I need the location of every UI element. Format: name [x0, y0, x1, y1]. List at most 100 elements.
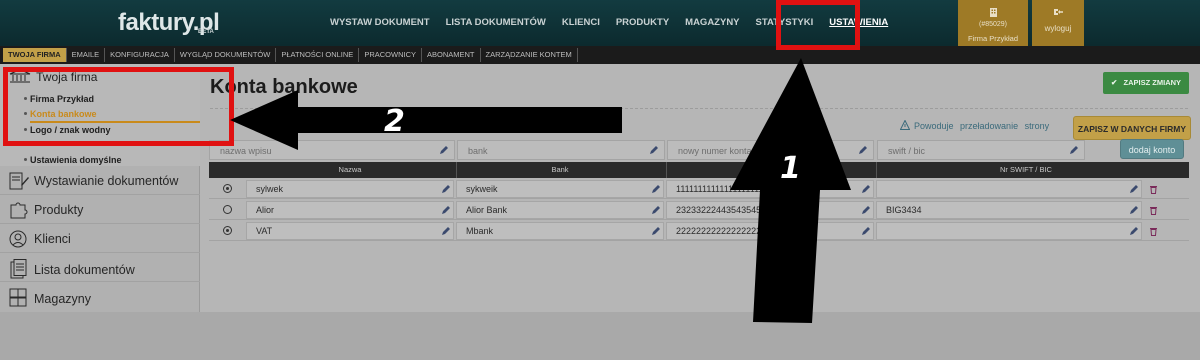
- highlight-box-konta-bankowe: [3, 67, 234, 146]
- divider: [0, 194, 200, 195]
- nav-klienci[interactable]: KLIENCI: [554, 0, 608, 46]
- logout-icon: [1032, 8, 1084, 18]
- nav-wystaw-dokument[interactable]: WYSTAW DOKUMENT: [322, 0, 438, 46]
- swift-input[interactable]: [878, 142, 1062, 160]
- page-bottom-area: [0, 312, 1200, 360]
- sidebar-item-label: Ustawienia domyślne: [30, 155, 122, 165]
- pencil-icon[interactable]: [651, 226, 661, 236]
- check-icon: ✔: [1110, 78, 1118, 87]
- pencil-icon[interactable]: [441, 226, 451, 236]
- edit-document-icon: [8, 172, 32, 193]
- column-header-bank: Bank: [551, 165, 569, 174]
- column-header-swift: Nr SWIFT / BIC: [1000, 165, 1052, 174]
- subnav-twoja-firma[interactable]: TWOJA FIRMA: [3, 48, 67, 62]
- account-name-input[interactable]: [210, 142, 432, 160]
- pencil-icon[interactable]: [861, 205, 871, 215]
- sidebar-menu-label: Klienci: [34, 232, 71, 246]
- pencil-icon[interactable]: [861, 184, 871, 194]
- subnav-pracownicy[interactable]: PRACOWNICY: [359, 48, 422, 62]
- name-input-wrap: [209, 140, 455, 160]
- sidebar-menu-magazyny[interactable]: Magazyny: [8, 288, 91, 311]
- sidebar-menu-lista-dokumentow[interactable]: Lista dokumentów: [8, 259, 135, 282]
- subnav-konfiguracja[interactable]: KONFIGURACJA: [105, 48, 175, 62]
- pencil-icon[interactable]: [441, 205, 451, 215]
- number-input-wrap: [667, 140, 874, 160]
- pencil-icon[interactable]: [861, 226, 871, 236]
- pencil-icon[interactable]: [439, 145, 449, 155]
- subnav-emaile[interactable]: EMAILE: [67, 48, 106, 62]
- building-icon: [958, 8, 1028, 19]
- table-row: VAT Mbank 2222222222222222222222: [209, 221, 1189, 241]
- pencil-icon[interactable]: [441, 184, 451, 194]
- cell-number: 111111111111111111111111111111111: [676, 184, 820, 194]
- reload-notice-text: Powoduje przeładowanie strony: [914, 121, 1050, 131]
- beta-badge: BETA: [198, 29, 214, 35]
- logout-label: wyloguj: [1044, 24, 1072, 33]
- company-account-button[interactable]: (#85029) Firma Przykład: [958, 0, 1028, 46]
- highlight-box-ustawienia: [776, 0, 860, 50]
- reload-notice: Powoduje przeładowanie strony: [899, 119, 1050, 131]
- sidebar-menu-label: Produkty: [34, 203, 84, 217]
- save-changes-label: ZAPISZ ZMIANY: [1123, 78, 1182, 87]
- user-circle-icon: [8, 230, 32, 251]
- cell-bank: sykweik: [466, 184, 498, 194]
- nav-lista-dokumentow[interactable]: LISTA DOKUMENTÓW: [438, 0, 554, 46]
- top-header: faktury.pl BETA WYSTAW DOKUMENT LISTA DO…: [0, 0, 1200, 46]
- sidebar-menu-klienci[interactable]: Klienci: [8, 230, 71, 251]
- subnav-wyglad-dokumentow[interactable]: WYGLĄD DOKUMENTÓW: [175, 48, 277, 62]
- save-in-company-data-button[interactable]: ZAPISZ W DANYCH FIRMY: [1073, 116, 1191, 140]
- divider: [0, 223, 200, 224]
- cell-swift: BIG3434: [886, 205, 922, 215]
- sidebar-menu-produkty[interactable]: Produkty: [8, 201, 83, 222]
- cell-swift: [876, 221, 1126, 241]
- pencil-icon[interactable]: [1129, 205, 1139, 215]
- cell-number: 2222222222222222222222: [676, 226, 787, 236]
- warehouse-icon: [8, 288, 32, 311]
- divider: [0, 281, 200, 282]
- documents-icon: [8, 259, 32, 282]
- nav-produkty[interactable]: PRODUKTY: [608, 0, 677, 46]
- divider: [0, 252, 200, 253]
- column-header-name: Nazwa: [338, 165, 362, 174]
- pencil-icon[interactable]: [1069, 145, 1079, 155]
- subnav-platnosci-online[interactable]: PŁATNOŚCI ONLINE: [276, 48, 360, 62]
- add-account-button[interactable]: dodaj konto: [1120, 139, 1184, 159]
- table-row: sylwek sykweik 1111111111111111111111111…: [209, 179, 1189, 199]
- company-id: (#85029): [978, 21, 1008, 28]
- cell-name: VAT: [256, 226, 273, 236]
- trash-icon[interactable]: [1149, 184, 1158, 194]
- subnav-zarzadzanie-kontem[interactable]: ZARZĄDZANIE KONTEM: [481, 48, 578, 62]
- sidebar-menu-label: Lista dokumentów: [34, 263, 135, 277]
- sidebar-item-ustawienia-domyslne[interactable]: Ustawienia domyślne: [24, 155, 122, 165]
- cell-name: Alior: [256, 205, 275, 215]
- table-header: Nazwa Bank Numer konta Nr SWIFT / BIC: [209, 162, 1189, 178]
- cell-number: 23233222443543545456456: [676, 205, 792, 215]
- pencil-icon[interactable]: [858, 145, 868, 155]
- sidebar-menu-wystawianie[interactable]: Wystawianie dokumentów: [8, 172, 178, 193]
- subnav-abonament[interactable]: ABONAMENT: [422, 48, 481, 62]
- cell-name: sylwek: [256, 184, 284, 194]
- default-account-radio[interactable]: [223, 226, 232, 235]
- main-content: Konta bankowe ✔ ZAPISZ ZMIANY Powoduje p…: [200, 64, 1200, 312]
- pencil-icon[interactable]: [651, 205, 661, 215]
- logout-button[interactable]: wyloguj: [1032, 0, 1084, 46]
- pencil-icon[interactable]: [1129, 226, 1139, 236]
- trash-icon[interactable]: [1149, 226, 1158, 236]
- account-number-input[interactable]: [668, 142, 851, 160]
- bank-input-wrap: [457, 140, 665, 160]
- title-divider: [210, 108, 1188, 109]
- bank-input[interactable]: [458, 142, 642, 160]
- pencil-icon[interactable]: [649, 145, 659, 155]
- pencil-icon[interactable]: [1129, 184, 1139, 194]
- cell-bank: Alior Bank: [466, 205, 508, 215]
- nav-magazyny[interactable]: MAGAZYNY: [677, 0, 747, 46]
- save-changes-button[interactable]: ✔ ZAPISZ ZMIANY: [1103, 72, 1189, 94]
- default-account-radio[interactable]: [223, 205, 232, 214]
- sidebar-menu-label: Wystawianie dokumentów: [34, 174, 179, 188]
- default-account-radio[interactable]: [223, 184, 232, 193]
- pencil-icon[interactable]: [651, 184, 661, 194]
- puzzle-icon: [8, 201, 32, 222]
- company-name: Firma Przykład: [967, 34, 1018, 43]
- trash-icon[interactable]: [1149, 205, 1158, 215]
- cell-bank: Mbank: [466, 226, 494, 236]
